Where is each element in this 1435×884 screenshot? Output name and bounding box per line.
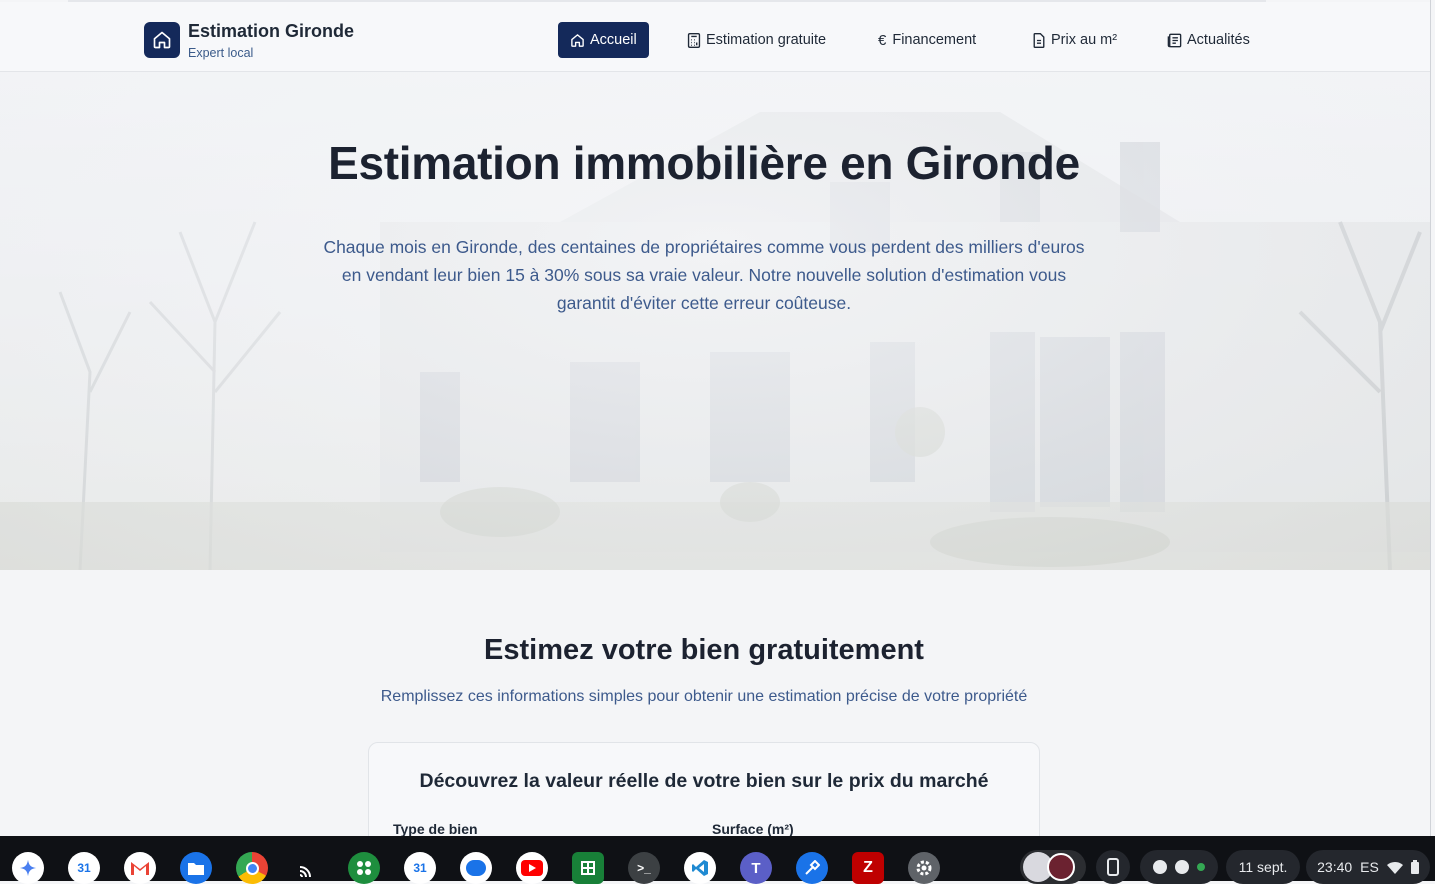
nav-label: Financement [892,32,977,48]
card-title: Découvrez la valeur réelle de votre bien… [419,770,989,792]
nav-label: Estimation gratuite [706,32,827,48]
site-header: Estimation Gironde Expert local Accueil … [0,2,1430,72]
calendar-icon[interactable]: 31 [404,852,436,884]
nav-label: Prix au m² [1051,32,1118,48]
teams-icon[interactable]: T [740,852,772,884]
calendar-day: 31 [77,861,91,875]
surface-label: Surface (m²) [712,821,794,836]
terminal-icon[interactable]: >_ [628,852,660,884]
newspaper-icon [1167,33,1182,47]
language-text: ES [1360,859,1379,875]
hero-text: Chaque mois en Gironde, des centaines de… [323,237,1085,313]
sheets-icon[interactable] [572,852,604,884]
chrome-icon[interactable] [236,852,268,884]
phone-icon [1107,858,1119,876]
status-indicators[interactable] [1140,850,1218,884]
home-icon [571,33,584,47]
nav-financement[interactable]: € Financement [878,22,976,58]
nav-label: Accueil [590,32,637,48]
apps-icon[interactable] [348,852,380,884]
nav-accueil[interactable]: Accueil [558,22,649,58]
messages-icon[interactable] [460,852,492,884]
hero-title: Estimation immobilière en Gironde [328,137,1080,189]
vscode-icon[interactable] [684,852,716,884]
euro-icon: € [878,31,887,49]
brand-title[interactable]: Estimation Gironde [188,21,354,42]
calculator-icon [687,32,701,48]
calendar-icon[interactable]: 31 [68,852,100,884]
brand-subtitle: Expert local [188,46,254,60]
property-type-label: Type de bien [393,821,478,836]
gmail-icon[interactable] [124,852,156,884]
date-pill[interactable]: 11 sept. [1226,850,1300,884]
browser-window: Estimation Gironde Expert local Accueil … [0,0,1431,836]
os-taskbar [0,836,1435,881]
section-subtitle: Remplissez ces informations simples pour… [380,688,1028,705]
date-text: 11 sept. [1238,859,1288,875]
section-title: Estimez votre bien gratuitement [484,634,924,666]
filezilla-icon[interactable]: Z [852,852,884,884]
home-icon [153,31,171,49]
tool-icon[interactable] [796,852,828,884]
nav-estimation-gratuite[interactable]: Estimation gratuite [687,22,826,58]
nav-actualites[interactable]: Actualités [1167,22,1250,58]
estimation-form-card: Découvrez la valeur réelle de votre bien… [368,742,1040,836]
system-tray[interactable]: 23:40 ES [1306,850,1430,884]
wifi-icon [1386,861,1403,874]
settings-icon[interactable] [908,852,940,884]
clock-text: 23:40 [1317,859,1353,875]
document-icon [1033,32,1045,48]
youtube-icon[interactable] [516,852,548,884]
logo[interactable] [144,22,180,58]
cast-icon[interactable] [292,852,324,884]
nav-label: Actualités [1187,32,1250,48]
launcher-icon[interactable] [12,852,44,884]
phone-hub-button[interactable] [1096,850,1130,884]
window-thumbnails[interactable] [1020,850,1086,884]
add-icon [1175,860,1189,874]
upload-icon [1153,860,1167,874]
files-icon[interactable] [180,852,212,884]
calendar-day: 31 [413,861,427,875]
thumbnail-icon [1047,853,1075,881]
status-dot-icon [1197,863,1205,871]
nav-prix-m2[interactable]: Prix au m² [1032,22,1117,58]
battery-icon [1410,860,1419,874]
